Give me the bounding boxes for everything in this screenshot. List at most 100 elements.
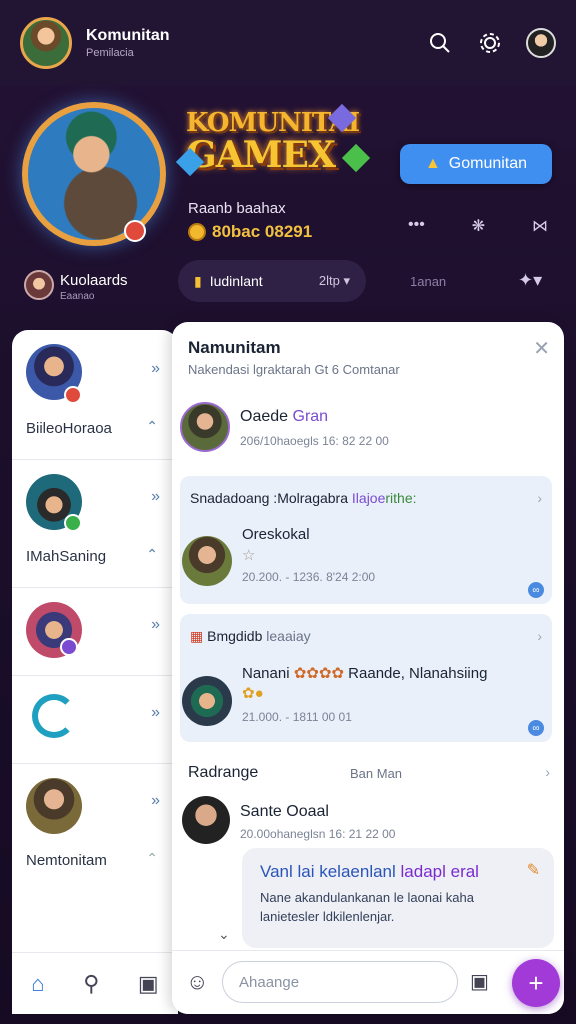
share-icon[interactable]: ⋈ — [532, 216, 548, 236]
composer: ☺ ▣ + — [172, 950, 564, 1014]
user-avatar[interactable] — [24, 270, 54, 300]
community-button[interactable]: ▲ Gomunitan — [400, 144, 552, 184]
sidebar-item-label: Nemtonitam — [26, 852, 107, 869]
sticker-icon[interactable]: ▣ — [470, 969, 489, 994]
status-dot — [64, 514, 82, 532]
panel-subtitle: Nakendasi lgraktarah Gt 6 Comtanar — [188, 362, 400, 377]
chevron-up-icon[interactable]: ⌃ — [146, 850, 158, 867]
bookmark-icon: ▮ — [194, 272, 202, 289]
plugin-icon[interactable]: ✦▾ — [518, 270, 542, 291]
tag-icon: ▦ — [190, 628, 204, 644]
feed-card[interactable]: ▦ Bmgdidb leaaiay › Nanani ✿✿✿✿ Raande, … — [180, 614, 552, 742]
chat-icon[interactable]: ▣ — [138, 971, 159, 997]
left-sidebar: » BiileoHoraoa ⌃ » IMahSaning ⌃ » » » Ne… — [12, 330, 178, 1014]
card-title-b: Ilajoe — [351, 490, 386, 506]
hero-coins: 80bac 08291 — [188, 222, 312, 242]
app-logo-icon — [32, 694, 76, 738]
settings-icon[interactable] — [476, 29, 504, 57]
section-meta: Ban Man — [350, 766, 403, 781]
card-timestamp: 21.000. - 1811 00 01 — [242, 710, 352, 724]
message-body: Nane akandulankanan le laonai kaha lanie… — [260, 890, 474, 924]
card-author: Oreskokal — [242, 526, 310, 543]
section-title: Radrange — [188, 764, 259, 781]
sidebar-item[interactable]: » IMahSaning ⌃ — [12, 460, 178, 588]
more-icon[interactable]: ••• — [408, 216, 425, 236]
add-button[interactable]: + — [512, 959, 560, 1007]
hero-meta: Raanb baahax — [188, 200, 286, 217]
brand: Komunitan Pemilacia — [86, 27, 170, 59]
card-title: Snadadoang :Molragabra Ilajoerithe: — [190, 490, 417, 506]
message-input[interactable] — [222, 961, 458, 1003]
card-avatar — [182, 676, 232, 726]
feed-card[interactable]: Snadadoang :Molragabra Ilajoerithe: › Or… — [180, 476, 552, 604]
chevron-right-icon[interactable]: › — [537, 490, 542, 506]
user-subtitle: Eaanao — [60, 291, 95, 302]
sidebar-item-label: BiileoHoraoa — [26, 420, 112, 437]
community-button-label: Gomunitan — [448, 155, 528, 172]
chevron-up-icon[interactable]: ⌃ — [146, 418, 158, 435]
status-dot — [60, 638, 78, 656]
post-avatar[interactable] — [182, 796, 230, 844]
chevron-right-icon[interactable]: › — [537, 628, 542, 644]
chevron-right-icon[interactable]: » — [151, 488, 160, 506]
filter-pill-value-text: 2ltp — [318, 273, 340, 288]
chevron-right-icon[interactable]: › — [545, 764, 550, 780]
sidebar-item[interactable]: » — [12, 676, 178, 764]
post-timestamp: 206/10haoegls 16: 82 22 00 — [240, 434, 389, 448]
user-icon[interactable]: ⚲ — [83, 971, 99, 997]
app-title: Komunitan — [86, 27, 170, 44]
chevron-right-icon[interactable]: » — [151, 360, 160, 378]
filter-pill-label: Iudinlant — [209, 273, 263, 289]
post-author: Oaede Gran — [240, 408, 328, 426]
filter-pill-value: 2ltp ▾ — [318, 273, 350, 288]
post-author-accent: Gran — [292, 408, 329, 425]
card-author-name: Nanani — [242, 665, 290, 682]
message-title-a: Vanl lai kelaenlanl — [260, 862, 396, 881]
card-author-rest: Raande, Nlanahsiing — [348, 665, 488, 682]
community-panel: Namunitam Nakendasi lgraktarah Gt 6 Comt… — [172, 322, 564, 1014]
app-avatar[interactable] — [20, 17, 72, 69]
emoji-icon[interactable]: ☺ — [186, 969, 208, 995]
chevron-right-icon[interactable]: » — [151, 616, 160, 634]
chevron-right-icon[interactable]: » — [151, 792, 160, 810]
card-title-a: Bmgdidb — [207, 628, 263, 644]
sidebar-item[interactable]: » — [12, 588, 178, 676]
sub-label: 1anan — [410, 274, 447, 289]
post-author: Sante Ooaal — [240, 803, 329, 820]
hero-actions: ••• ❋ ⋈ — [408, 216, 548, 236]
chevron-right-icon[interactable]: » — [151, 704, 160, 722]
sidebar-item-label: IMahSaning — [26, 548, 107, 565]
card-title: ▦ Bmgdidb leaaiay — [190, 628, 311, 645]
puzzle-icon[interactable]: ❋ — [472, 216, 485, 236]
pen-icon[interactable]: ✎ — [527, 860, 540, 880]
sub-bar: Kuolaards Eaanao ▮ Iudinlant 2ltp ▾ 1ana… — [0, 260, 576, 310]
message-bubble: Vanl lai kelaenlanl ladapl eral Nane aka… — [242, 848, 554, 948]
status-dot — [64, 386, 82, 404]
panel-title: Namunitam — [188, 338, 281, 357]
star-icon: ☆ — [242, 547, 256, 564]
sidebar-avatar — [26, 778, 82, 834]
home-icon[interactable]: ⌂ — [31, 971, 44, 997]
chevron-up-icon[interactable]: ⌃ — [146, 546, 158, 563]
sidebar-item[interactable]: » Nemtonitam ⌃ — [12, 764, 178, 884]
card-avatar — [182, 536, 232, 586]
filter-pill[interactable]: ▮ Iudinlant 2ltp ▾ — [178, 260, 366, 302]
post-avatar[interactable] — [180, 402, 230, 452]
message-title-b: ladapl eral — [400, 862, 479, 881]
close-icon[interactable]: ✕ — [533, 336, 550, 361]
star-icon: ▲ — [424, 155, 441, 172]
message-title: Vanl lai kelaenlanl ladapl eral — [260, 862, 536, 882]
chevron-down-icon[interactable]: ⌄ — [218, 926, 230, 943]
post-timestamp: 20.00ohaneglsn 16: 21 22 00 — [240, 827, 396, 841]
link-icon[interactable]: ∞ — [528, 720, 544, 736]
user-name: Kuolaards — [60, 272, 128, 289]
profile-avatar[interactable] — [526, 28, 556, 58]
sidebar-item[interactable]: » BiileoHoraoa ⌃ — [12, 330, 178, 460]
link-icon[interactable]: ∞ — [528, 582, 544, 598]
card-title-a: Snadadoang :Molragabra — [190, 490, 349, 506]
top-bar: Komunitan Pemilacia — [0, 0, 576, 86]
coin-icon — [188, 223, 206, 241]
card-timestamp: 20.200. - 1236. 8'24 2:00 — [242, 570, 376, 584]
card-author: Nanani ✿✿✿✿ Raande, Nlanahsiing — [242, 664, 487, 682]
search-icon[interactable] — [426, 29, 454, 57]
